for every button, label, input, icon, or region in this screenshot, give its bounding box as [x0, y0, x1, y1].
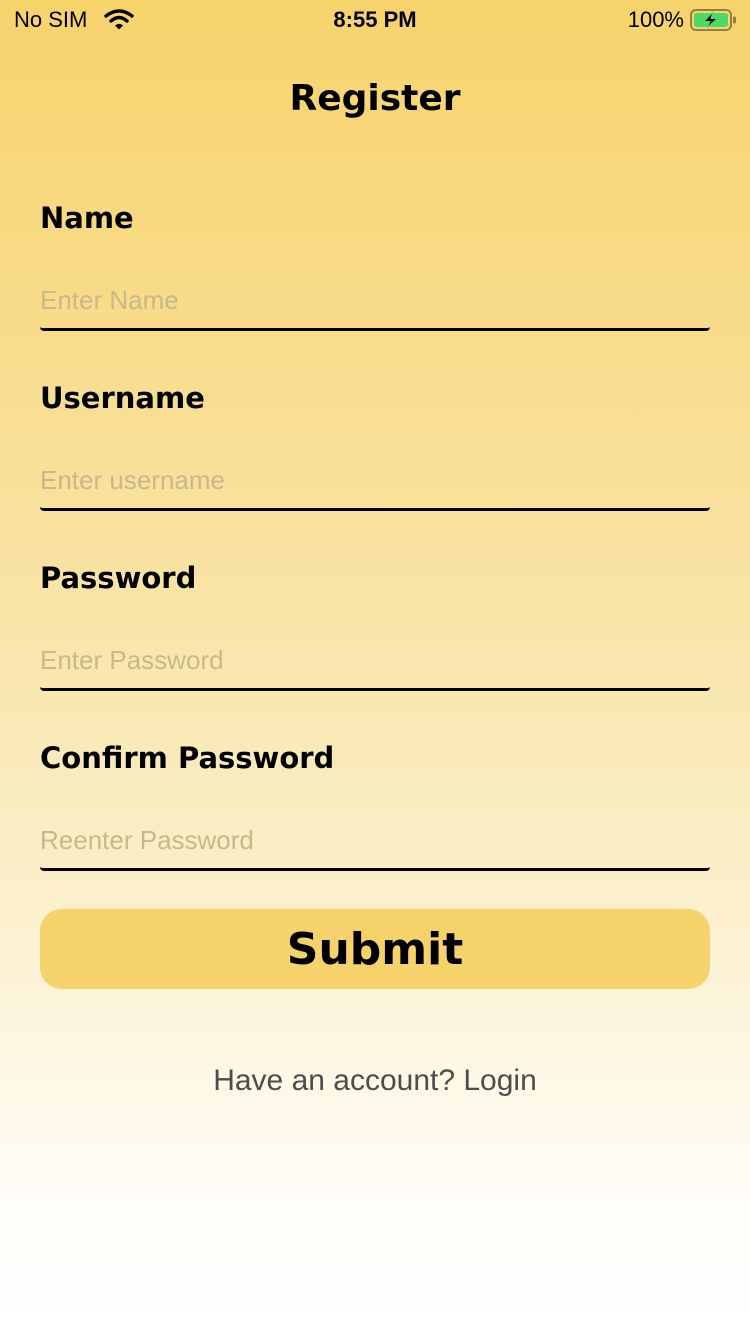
page-title: Register [289, 78, 461, 119]
username-field[interactable] [40, 452, 710, 511]
name-field[interactable] [40, 272, 710, 331]
battery-charging-icon [690, 9, 736, 31]
confirm-password-field[interactable] [40, 812, 710, 871]
username-label: Username [40, 381, 205, 415]
status-bar: No SIM 8:55 PM 100% [0, 0, 750, 40]
name-label: Name [40, 201, 134, 235]
password-label: Password [40, 561, 197, 595]
submit-button[interactable]: Submit [40, 909, 710, 989]
battery-percent: 100% [627, 7, 684, 32]
password-field[interactable] [40, 632, 710, 691]
login-link[interactable]: Have an account? Login [0, 1064, 750, 1098]
confirm-password-label: Confirm Password [40, 741, 335, 775]
